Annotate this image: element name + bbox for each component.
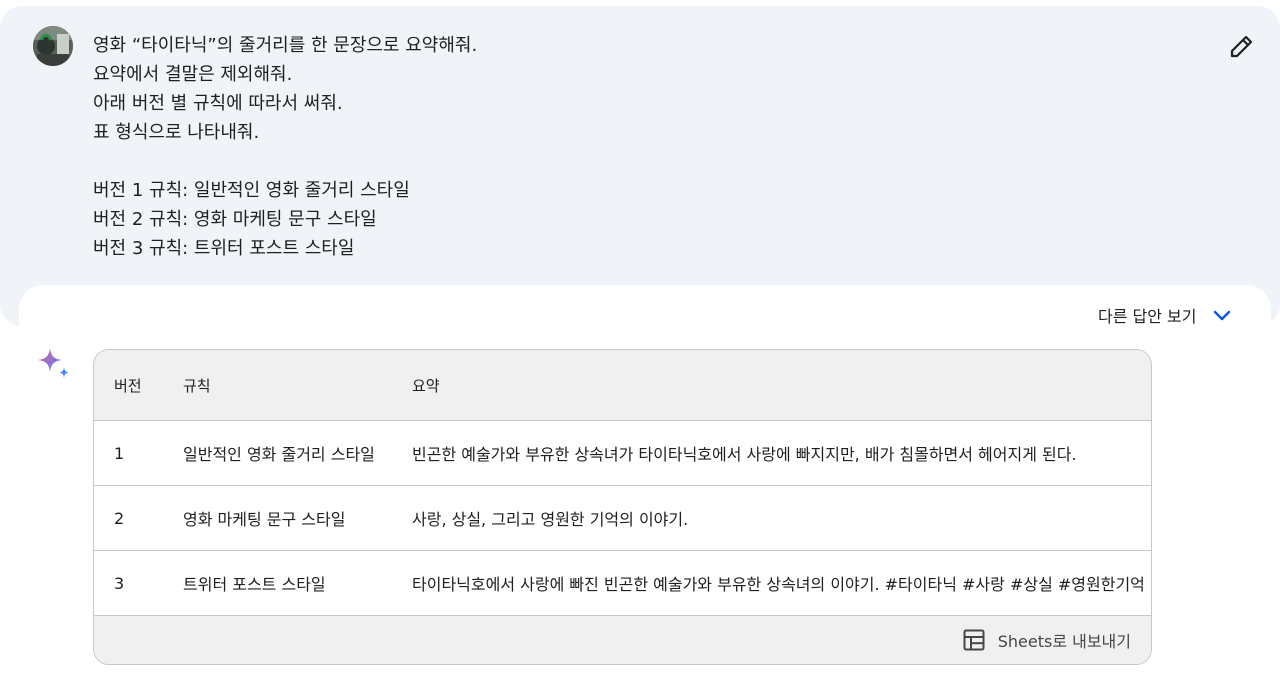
- header-rule: 규칙: [183, 376, 211, 395]
- prompt-blank-line: [93, 147, 477, 176]
- show-drafts-label: 다른 답안 보기: [1098, 307, 1197, 326]
- cell-summary: 사랑, 상실, 그리고 영원한 기억의 이야기.: [412, 510, 689, 529]
- prompt-line: 버전 1 규칙: 일반적인 영화 줄거리 스타일: [93, 180, 410, 201]
- table-header: 버전 규칙 요약: [94, 350, 1151, 421]
- cell-rule: 일반적인 영화 줄거리 스타일: [183, 445, 375, 464]
- show-drafts-button[interactable]: 다른 답안 보기: [1098, 302, 1233, 328]
- table-row: 1 일반적인 영화 줄거리 스타일 빈곤한 예술가와 부유한 상속녀가 타이타닉…: [94, 421, 1151, 486]
- cell-version: 1: [114, 443, 125, 463]
- avatar-image: [33, 26, 73, 66]
- user-avatar[interactable]: [33, 26, 73, 66]
- prompt-line: 영화 “타이타닉”의 줄거리를 한 문장으로 요약해줘.: [93, 35, 478, 56]
- summary-table: 버전 규칙 요약 1 일반적인 영화 줄거리 스타일 빈곤한 예술가와 부유한 …: [93, 349, 1152, 665]
- export-to-sheets-label: Sheets로 내보내기: [997, 632, 1131, 651]
- sparkle-icon: [38, 348, 69, 378]
- edit-prompt-button[interactable]: [1226, 30, 1258, 62]
- prompt-line: 표 형식으로 나타내줘.: [93, 122, 260, 143]
- chevron-down-icon: [1213, 310, 1230, 321]
- cell-rule: 영화 마케팅 문구 스타일: [183, 510, 346, 529]
- table-row: 2 영화 마케팅 문구 스타일 사랑, 상실, 그리고 영원한 기억의 이야기.: [94, 486, 1151, 551]
- pencil-icon: [1230, 35, 1253, 58]
- header-summary: 요약: [412, 376, 440, 395]
- cell-version: 2: [114, 508, 125, 528]
- table-row: 3 트위터 포스트 스타일 타이타닉호에서 사랑에 빠진 빈곤한 예술가와 부유…: [94, 551, 1151, 616]
- cell-rule: 트위터 포스트 스타일: [183, 575, 326, 594]
- prompt-line: 버전 2 규칙: 영화 마케팅 문구 스타일: [93, 209, 377, 230]
- prompt-text: 영화 “타이타닉”의 줄거리를 한 문장으로 요약해줘. 요약에서 결말은 제외…: [93, 31, 477, 263]
- cell-summary: 빈곤한 예술가와 부유한 상속녀가 타이타닉호에서 사랑에 빠지지만, 배가 침…: [412, 445, 1077, 464]
- header-version: 버전: [114, 376, 142, 395]
- cell-version: 3: [114, 573, 125, 593]
- table-icon: [963, 629, 985, 651]
- export-to-sheets-button[interactable]: Sheets로 내보내기: [962, 616, 1131, 664]
- prompt-line: 버전 3 규칙: 트위터 포스트 스타일: [93, 238, 355, 259]
- cell-summary: 타이타닉호에서 사랑에 빠진 빈곤한 예술가와 부유한 상속녀의 이야기. #타…: [412, 575, 1145, 594]
- table-footer: Sheets로 내보내기: [94, 616, 1151, 664]
- chat-page: 영화 “타이타닉”의 줄거리를 한 문장으로 요약해줘. 요약에서 결말은 제외…: [0, 0, 1280, 683]
- prompt-line: 요약에서 결말은 제외해줘.: [93, 64, 293, 85]
- prompt-line: 아래 버전 별 규칙에 따라서 써줘.: [93, 93, 343, 114]
